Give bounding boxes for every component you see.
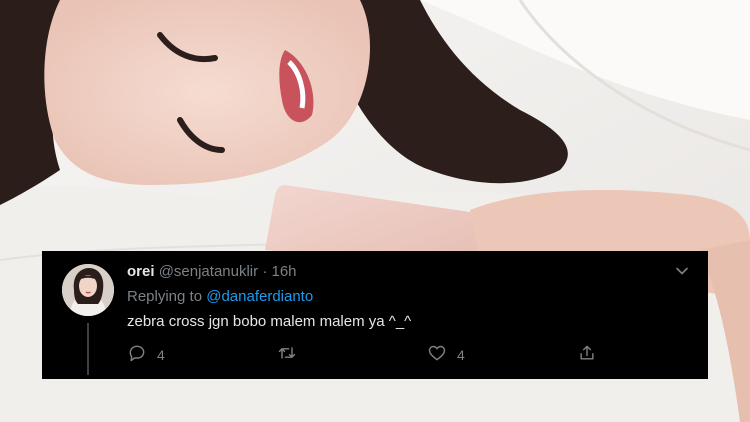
share-icon bbox=[577, 343, 597, 366]
like-button[interactable]: 4 bbox=[427, 343, 465, 366]
timestamp[interactable]: 16h bbox=[271, 263, 296, 280]
separator: · bbox=[262, 263, 268, 280]
tweet-text: zebra cross jgn bobo malem malem ya ^_^ bbox=[127, 313, 412, 330]
reply-button[interactable]: 4 bbox=[127, 343, 165, 366]
tweet-header: orei @senjatanuklir · 16h bbox=[127, 263, 297, 280]
avatar[interactable] bbox=[62, 264, 114, 316]
like-count: 4 bbox=[457, 346, 465, 363]
mention-link[interactable]: @danaferdianto bbox=[206, 288, 313, 305]
user-handle[interactable]: @senjatanuklir bbox=[159, 263, 258, 280]
thread-line bbox=[87, 323, 89, 375]
replying-to-label: Replying to bbox=[127, 288, 203, 305]
retweet-icon bbox=[277, 343, 297, 366]
tweet-card[interactable]: orei @senjatanuklir · 16h Replying to @d… bbox=[42, 251, 708, 379]
heart-icon bbox=[427, 343, 447, 366]
reply-icon bbox=[127, 343, 147, 366]
chevron-down-icon[interactable] bbox=[674, 263, 690, 279]
share-button[interactable] bbox=[577, 343, 597, 366]
reply-count: 4 bbox=[157, 346, 165, 363]
tweet-actions: 4 4 bbox=[127, 343, 607, 363]
display-name[interactable]: orei bbox=[127, 263, 155, 280]
retweet-button[interactable] bbox=[277, 343, 297, 366]
replying-to: Replying to @danaferdianto bbox=[127, 288, 313, 305]
